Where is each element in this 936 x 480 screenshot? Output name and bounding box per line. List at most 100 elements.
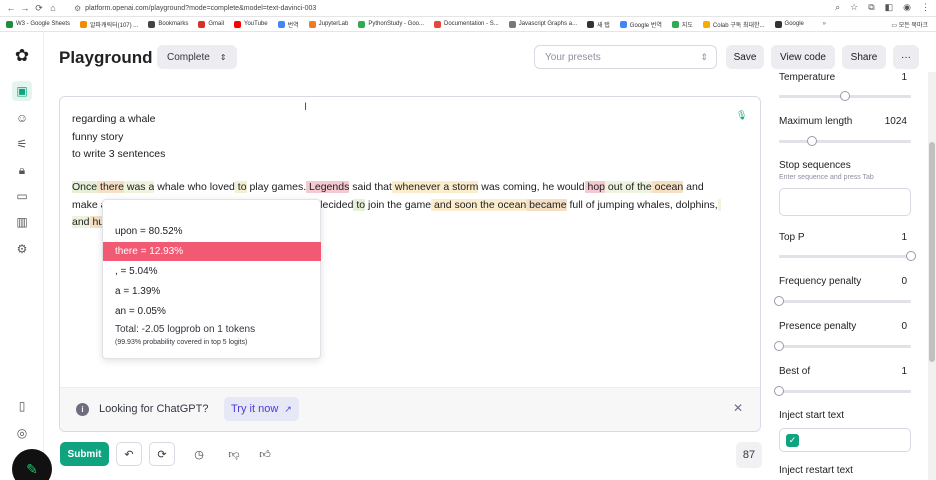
browser-menu-icon[interactable]: ⋮ [921, 2, 930, 13]
bookmarks-more[interactable]: » [823, 21, 826, 27]
max-length-knob[interactable] [807, 136, 817, 146]
all-bookmarks-folder[interactable]: ▭ 모든 북마크 [891, 20, 928, 29]
token-span[interactable]: was a [123, 181, 155, 193]
fine-tuning-icon[interactable]: ⚟ [12, 134, 32, 154]
close-icon[interactable]: ✕ [733, 401, 743, 415]
token-span[interactable]: to [234, 181, 247, 193]
forward-icon[interactable]: → [18, 3, 32, 13]
thumbs-up-button[interactable]: 👍︎ [253, 442, 277, 466]
bookmark-item[interactable]: Google [774, 20, 804, 28]
token-span[interactable]: became [526, 198, 567, 211]
bookmark-item[interactable]: Bookmarks [148, 20, 188, 28]
bookmark-item[interactable]: Google 번역 [619, 20, 662, 29]
bookmark-item[interactable]: Documentation - S... [434, 20, 499, 28]
bookmark-item[interactable]: JupyterLab [308, 20, 348, 28]
microphone-icon[interactable]: 🎙︎ [736, 110, 747, 121]
presets-select[interactable]: Your presets ⇕ [534, 45, 717, 69]
presence-penalty-slider[interactable] [774, 341, 911, 351]
top-p-slider[interactable] [779, 251, 916, 261]
mode-select[interactable]: Complete ⇕ [157, 45, 237, 69]
assistants-icon[interactable]: ☺ [12, 108, 32, 128]
token-span[interactable]: whale who loved [154, 181, 235, 193]
inject-start-input[interactable]: ✓ [779, 428, 911, 452]
token-span[interactable]: Once [72, 181, 98, 193]
presence-penalty-value[interactable]: 0 [901, 321, 907, 332]
profile-icon[interactable]: ◉ [903, 2, 911, 13]
temperature-knob[interactable] [840, 91, 850, 101]
prompt-line[interactable]: regarding a whale [72, 111, 165, 129]
help-icon[interactable]: ◎ [12, 423, 32, 443]
token-span[interactable]: out of the [605, 181, 652, 193]
history-button[interactable]: ◷ [187, 442, 211, 466]
more-options-button[interactable]: ··· [893, 45, 919, 69]
zoom-icon[interactable]: ⌕ [835, 2, 840, 13]
presence-penalty-knob[interactable] [774, 341, 784, 351]
site-info-icon[interactable]: ⚙ [74, 4, 81, 13]
token-span[interactable]: join the game [365, 198, 432, 211]
bookmark-item[interactable]: Gmail [198, 20, 224, 28]
extensions-icon[interactable]: ⧉ [868, 2, 874, 13]
usage-icon[interactable]: ▥ [12, 212, 32, 232]
panel-scrollbar[interactable] [928, 72, 936, 480]
settings-icon[interactable]: ⚙ [12, 239, 32, 259]
token-span[interactable]: play games. [246, 181, 307, 193]
bookmark-item[interactable]: 지도 [671, 20, 693, 29]
api-keys-icon[interactable]: 🔒︎ [12, 160, 32, 180]
token-span[interactable]: full of jumping whales, dolphins, [566, 198, 718, 211]
bookmark-item[interactable]: 번역 [277, 20, 299, 29]
temperature-value[interactable]: 1 [901, 72, 907, 83]
bookmark-item[interactable]: 알파캐릭터(107) ... [80, 20, 138, 29]
bookmark-item[interactable]: W3 - Google Sheets [6, 20, 70, 28]
token-span[interactable]: hop [584, 181, 605, 193]
playground-icon[interactable]: ▣ [12, 81, 32, 101]
max-length-value[interactable]: 1024 [885, 116, 907, 127]
token-span[interactable]: to [353, 198, 366, 211]
best-of-slider[interactable] [774, 386, 911, 396]
thumbs-down-button[interactable]: 👎︎ [222, 442, 246, 466]
address-text[interactable]: platform.openai.com/playground?mode=comp… [85, 5, 316, 12]
token-span[interactable]: Legends [306, 181, 350, 193]
frequency-penalty-knob[interactable] [774, 296, 784, 306]
docs-icon[interactable]: ▯ [12, 396, 32, 416]
openai-logo-icon[interactable]: ✿ [12, 46, 32, 66]
best-of-value[interactable]: 1 [901, 366, 907, 377]
token-span[interactable]: was coming, he would [478, 181, 585, 193]
home-icon[interactable]: ⌂ [46, 3, 60, 13]
token-span[interactable]: said that [349, 181, 392, 193]
prompt-line[interactable]: to write 3 sentences [72, 146, 165, 164]
bookmark-item[interactable]: PythonStudy - Goo... [358, 20, 424, 28]
prompt-text[interactable]: regarding a whale funny story to write 3 s… [72, 111, 165, 164]
bookmark-item[interactable]: Javascript Graphs a... [508, 20, 577, 28]
top-p-knob[interactable] [906, 251, 916, 261]
best-of-knob[interactable] [774, 386, 784, 396]
prompt-line[interactable]: funny story [72, 129, 165, 147]
files-icon[interactable]: ▭ [12, 186, 32, 206]
token-span[interactable]: ocean [651, 181, 684, 193]
temperature-slider[interactable] [779, 91, 911, 101]
frequency-penalty-value[interactable]: 0 [901, 276, 907, 287]
frequency-penalty-slider[interactable] [774, 296, 911, 306]
max-length-slider[interactable] [779, 136, 911, 146]
sidepanel-icon[interactable]: ◧ [885, 2, 894, 13]
regenerate-button[interactable]: ⟳ [149, 442, 175, 466]
token-span[interactable]: and soon the ocean [431, 198, 527, 211]
bookmark-item[interactable]: 새 탭 [587, 20, 610, 29]
user-avatar[interactable]: ✎ [12, 449, 52, 480]
bookmark-item[interactable]: Colab 구독 최대한... [702, 20, 765, 29]
bookmark-item[interactable]: YouTube [234, 20, 268, 28]
view-code-button[interactable]: View code [771, 45, 835, 69]
submit-button[interactable]: Submit [60, 442, 109, 466]
save-button[interactable]: Save [726, 45, 764, 69]
bookmark-star-icon[interactable]: ☆ [850, 2, 858, 13]
checkmark-icon[interactable]: ✓ [786, 434, 799, 447]
top-p-value[interactable]: 1 [901, 232, 907, 243]
stop-sequences-input[interactable] [779, 188, 911, 216]
try-it-now-link[interactable]: Try it now ↗ [224, 397, 299, 421]
token-span[interactable]: there [97, 181, 124, 193]
token-span[interactable]: whenever a storm [391, 181, 479, 193]
share-button[interactable]: Share [842, 45, 886, 69]
undo-button[interactable]: ↶ [116, 442, 142, 466]
scrollbar-thumb[interactable] [929, 142, 935, 362]
reload-icon[interactable]: ⟳ [32, 3, 46, 14]
back-icon[interactable]: ← [4, 3, 18, 13]
